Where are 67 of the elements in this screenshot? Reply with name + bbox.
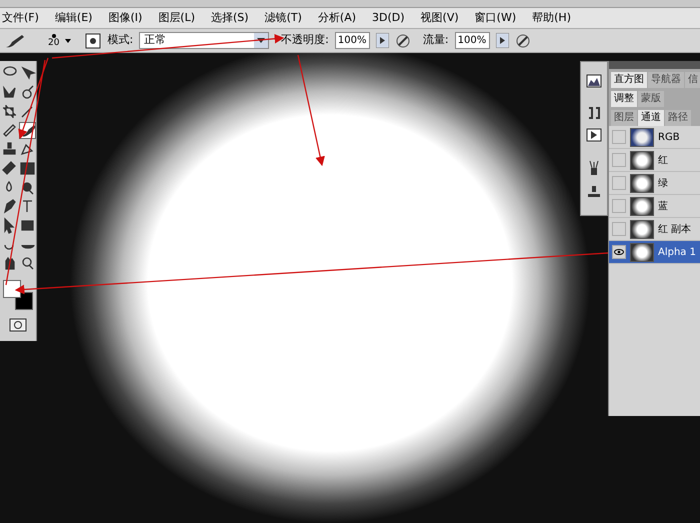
channel-thumbnail bbox=[630, 150, 654, 170]
caret-icon[interactable] bbox=[65, 38, 72, 42]
menu-item[interactable]: 选择(S) bbox=[209, 10, 251, 26]
play-icon[interactable] bbox=[586, 128, 602, 142]
channel-name: 红 bbox=[658, 154, 668, 168]
channel-row[interactable]: 红 bbox=[609, 149, 700, 172]
channel-thumbnail bbox=[630, 196, 654, 216]
brush-tip-icon bbox=[50, 33, 57, 39]
menu-item[interactable]: 视图(V) bbox=[418, 10, 461, 26]
panel-tab[interactable]: 路径 bbox=[665, 110, 691, 126]
channel-name: 绿 bbox=[658, 176, 668, 190]
mode-label: 模式: bbox=[107, 32, 134, 48]
visibility-toggle[interactable] bbox=[612, 222, 626, 236]
menu-item[interactable]: 文件(F) bbox=[0, 10, 41, 26]
menu-item[interactable]: 3D(D) bbox=[370, 10, 407, 26]
visibility-toggle[interactable] bbox=[612, 245, 626, 259]
mode-dropdown[interactable]: 正常 bbox=[139, 32, 270, 49]
stamp-icon[interactable] bbox=[586, 184, 602, 200]
quick-mask-icon[interactable] bbox=[9, 318, 27, 332]
brackets-icon[interactable] bbox=[586, 106, 602, 120]
panel-tab[interactable]: 导航器 bbox=[648, 72, 684, 88]
channel-row[interactable]: Alpha 1 bbox=[609, 241, 700, 264]
caret-icon bbox=[254, 33, 268, 48]
flow-field[interactable]: 100% bbox=[454, 32, 490, 49]
opacity-field[interactable]: 100% bbox=[334, 32, 370, 49]
menu-item[interactable]: 图层(L) bbox=[156, 10, 198, 26]
airbrush-icon[interactable] bbox=[394, 32, 411, 48]
move-icon[interactable] bbox=[18, 65, 36, 82]
menu-item[interactable]: 滤镜(T) bbox=[262, 10, 304, 26]
panel-tab[interactable]: 调整 bbox=[611, 91, 637, 107]
brush-icon[interactable] bbox=[4, 32, 26, 48]
menu-item[interactable]: 窗口(W) bbox=[472, 10, 518, 26]
visibility-toggle[interactable] bbox=[612, 130, 626, 144]
crop-icon[interactable] bbox=[0, 103, 18, 120]
foreground-color-swatch[interactable] bbox=[3, 280, 21, 298]
visibility-toggle[interactable] bbox=[612, 153, 626, 167]
panel-tab[interactable]: 通道 bbox=[638, 110, 664, 126]
brush-panel-icon[interactable] bbox=[85, 32, 102, 48]
menu-item[interactable]: 编辑(E) bbox=[52, 10, 94, 26]
panel-tab[interactable]: 蒙版 bbox=[638, 91, 664, 107]
channel-row[interactable]: 绿 bbox=[609, 172, 700, 195]
channel-row[interactable]: RGB bbox=[609, 126, 700, 149]
opacity-label: 不透明度: bbox=[281, 32, 329, 48]
channel-thumbnail bbox=[630, 128, 654, 146]
brush-picker[interactable]: 20 bbox=[48, 33, 60, 48]
arrow-icon[interactable] bbox=[496, 33, 509, 48]
panel-tab[interactable]: 信 bbox=[685, 72, 700, 88]
visibility-toggle[interactable] bbox=[612, 176, 626, 190]
eye-icon bbox=[614, 249, 624, 255]
panel-tab[interactable]: 直方图 bbox=[611, 72, 647, 88]
menu-item[interactable]: 图像(I) bbox=[106, 10, 144, 26]
visibility-toggle[interactable] bbox=[612, 199, 626, 213]
menu-item[interactable]: 帮助(H) bbox=[530, 10, 573, 26]
channel-thumbnail bbox=[630, 174, 654, 192]
channel-row[interactable]: 蓝 bbox=[609, 195, 700, 218]
menu-item[interactable]: 分析(A) bbox=[316, 10, 358, 26]
flow-label: 流量: bbox=[422, 32, 449, 48]
airbrush-icon[interactable] bbox=[514, 32, 531, 48]
channel-name: 红 副本 bbox=[658, 222, 692, 236]
arrow-icon[interactable] bbox=[376, 33, 389, 48]
channel-thumbnail bbox=[630, 220, 654, 238]
channel-name: RGB bbox=[658, 130, 680, 144]
channel-name: Alpha 1 bbox=[658, 246, 696, 260]
channel-name: 蓝 bbox=[658, 200, 668, 214]
histogram-icon[interactable] bbox=[586, 74, 602, 88]
channel-thumbnail bbox=[630, 242, 654, 262]
panel-tab[interactable]: 图层 bbox=[611, 110, 637, 126]
